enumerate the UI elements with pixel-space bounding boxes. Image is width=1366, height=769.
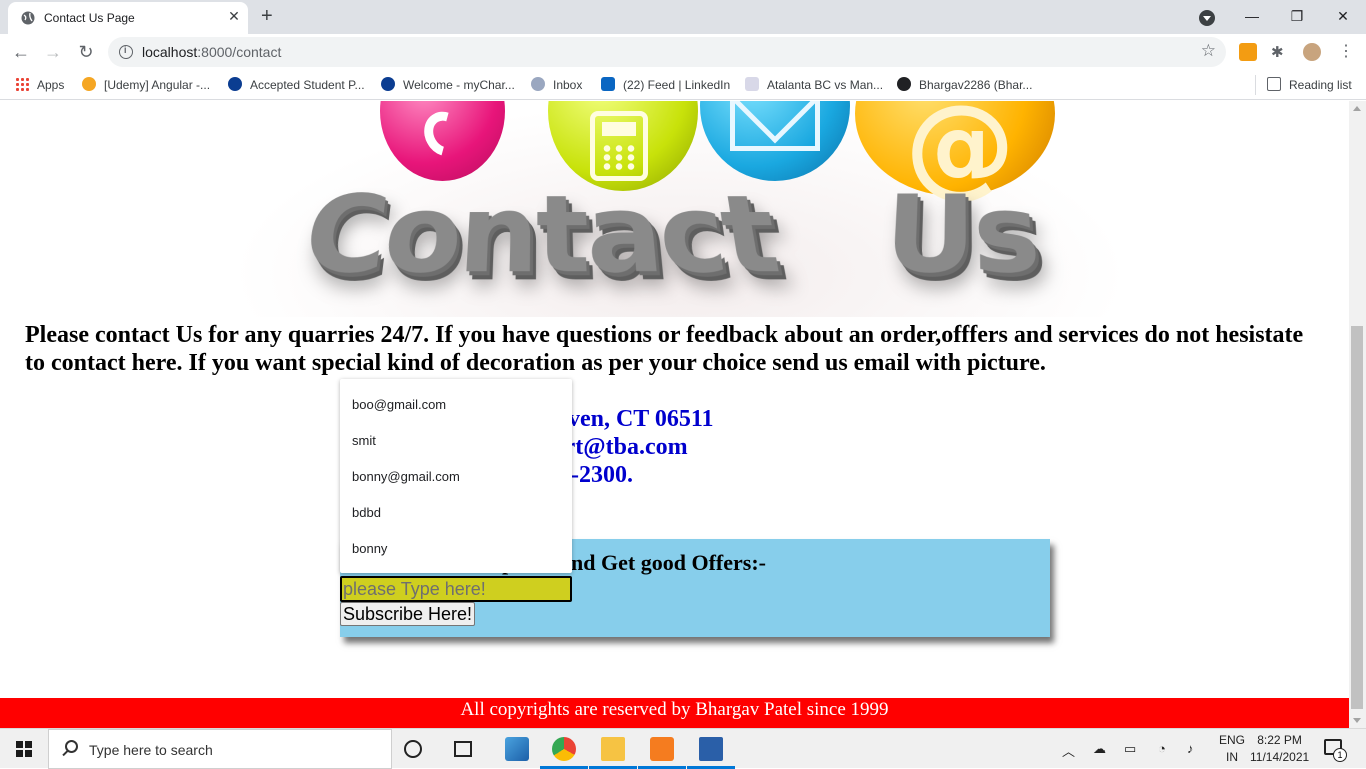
close-tab-icon[interactable]: ✕ — [226, 8, 242, 26]
footer-copyright: All copyrights are reserved by Bhargav P… — [0, 698, 1349, 728]
github-icon — [897, 77, 911, 91]
university-icon — [381, 77, 395, 91]
udemy-icon — [82, 77, 96, 91]
subscribe-email-input[interactable] — [340, 576, 572, 602]
globe-icon — [21, 11, 35, 25]
restore-icon[interactable]: ❐ — [1274, 3, 1320, 29]
bookmark-inbox[interactable]: Inbox — [531, 77, 582, 92]
search-icon — [65, 740, 78, 753]
taskbar-search-box[interactable]: Type here to search — [48, 729, 392, 769]
hero-word-contact: Contact — [293, 175, 786, 300]
bookmark-star-icon[interactable]: ☆ — [1201, 41, 1216, 61]
taskbar-search-placeholder: Type here to search — [89, 742, 213, 758]
battery-icon[interactable]: ▭ — [1124, 741, 1136, 757]
url-text[interactable]: localhost:8000/contact — [142, 44, 281, 60]
browser-toolbar: ← → ↻ localhost:8000/contact ☆ — [0, 34, 1366, 70]
xampp-icon[interactable] — [650, 737, 674, 761]
volume-icon[interactable]: ♪ — [1187, 741, 1194, 756]
puzzle-icon[interactable]: ✱ — [1271, 43, 1289, 61]
bookmark-github[interactable]: Bhargav2286 (Bhar... — [897, 77, 1032, 92]
mail-icon — [531, 77, 545, 91]
autocomplete-item[interactable]: bonny — [340, 531, 572, 567]
tray-expand-icon[interactable]: ︿ — [1062, 741, 1075, 760]
clock-date: 11/14/2021 — [1250, 750, 1310, 764]
envelope-icon — [730, 101, 820, 151]
bookmark-apps[interactable]: Apps — [15, 77, 64, 92]
bookmark-linkedin[interactable]: (22) Feed | LinkedIn — [601, 77, 730, 92]
remote-desktop-icon[interactable] — [505, 737, 529, 761]
clock-time: 8:22 PM — [1257, 733, 1302, 747]
reading-list-icon — [1267, 77, 1281, 91]
page-content: @ Contact Us Please contact Us for any q… — [0, 101, 1349, 728]
window-close-icon[interactable]: ✕ — [1320, 3, 1366, 29]
scroll-down-arrow-icon[interactable] — [1353, 718, 1361, 723]
tab-strip: Contact Us Page ✕ + — ❐ ✕ — [0, 0, 1366, 34]
tab-title: Contact Us Page — [44, 11, 135, 25]
contact-us-hero-image: @ Contact Us — [230, 101, 1130, 317]
tab-contact-us[interactable]: Contact Us Page ✕ — [8, 2, 248, 34]
bookmark-mycharger[interactable]: Welcome - myChar... — [381, 77, 515, 92]
mobile-keypad-icon — [590, 111, 648, 181]
hero-word-us: Us — [880, 175, 1041, 300]
subscribe-button[interactable]: Subscribe Here! — [340, 602, 476, 626]
cortana-icon[interactable] — [404, 740, 422, 758]
scroll-up-arrow-icon[interactable] — [1353, 106, 1361, 111]
autocomplete-item[interactable]: boo@gmail.com — [340, 387, 572, 423]
address-bar[interactable]: localhost:8000/contact ☆ — [108, 37, 1226, 67]
bookmarks-divider — [1255, 75, 1256, 95]
autocomplete-item[interactable]: bonny@gmail.com — [340, 459, 572, 495]
page-scrollbar[interactable] — [1349, 101, 1366, 728]
bookmark-udemy[interactable]: [Udemy] Angular -... — [82, 77, 210, 92]
reload-icon[interactable]: ↻ — [75, 41, 97, 63]
profile-avatar[interactable] — [1303, 43, 1321, 61]
windows-start-icon[interactable] — [16, 741, 32, 757]
site-info-icon[interactable] — [119, 45, 133, 59]
reading-list-button[interactable]: Reading list — [1267, 77, 1352, 92]
notification-badge: 1 — [1333, 748, 1347, 762]
onedrive-icon[interactable]: ☁ — [1093, 741, 1106, 757]
autocomplete-item[interactable]: bdbd — [340, 495, 572, 531]
back-icon[interactable]: ← — [10, 41, 32, 63]
scrollbar-thumb[interactable] — [1351, 326, 1363, 709]
university-icon — [228, 77, 242, 91]
autocomplete-dropdown: boo@gmail.com smit bonny@gmail.com bdbd … — [340, 379, 572, 573]
menu-kebab-icon[interactable]: ⋮ — [1338, 41, 1354, 61]
forward-icon[interactable]: → — [42, 41, 64, 63]
language-indicator[interactable]: ENG IN — [1219, 732, 1245, 766]
bookmark-atalanta[interactable]: Atalanta BC vs Man... — [745, 77, 883, 92]
tab-search-icon[interactable] — [1199, 10, 1215, 26]
file-explorer-icon[interactable] — [601, 737, 625, 761]
new-tab-icon[interactable]: + — [261, 5, 273, 28]
chrome-icon[interactable] — [552, 737, 576, 761]
task-view-icon[interactable] — [454, 741, 472, 757]
football-icon — [745, 77, 759, 91]
bookmark-accepted-student[interactable]: Accepted Student P... — [228, 77, 365, 92]
intro-paragraph: Please contact Us for any quarries 24/7.… — [25, 322, 1304, 376]
apps-grid-icon — [15, 77, 29, 91]
powershell-icon[interactable] — [699, 737, 723, 761]
autocomplete-item[interactable]: smit — [340, 423, 572, 459]
extension-icon[interactable] — [1239, 43, 1257, 61]
windows-taskbar: Type here to search ︿ ☁ ▭ ◔ ♪ ENG IN 8:2… — [0, 728, 1366, 769]
bookmarks-bar: Apps [Udemy] Angular -... Accepted Stude… — [0, 70, 1366, 100]
wifi-icon[interactable]: ◔ — [1158, 741, 1166, 756]
taskbar-clock[interactable]: 8:22 PM 11/14/2021 — [1250, 732, 1309, 766]
minimize-icon[interactable]: — — [1229, 3, 1275, 29]
linkedin-icon — [601, 77, 615, 91]
